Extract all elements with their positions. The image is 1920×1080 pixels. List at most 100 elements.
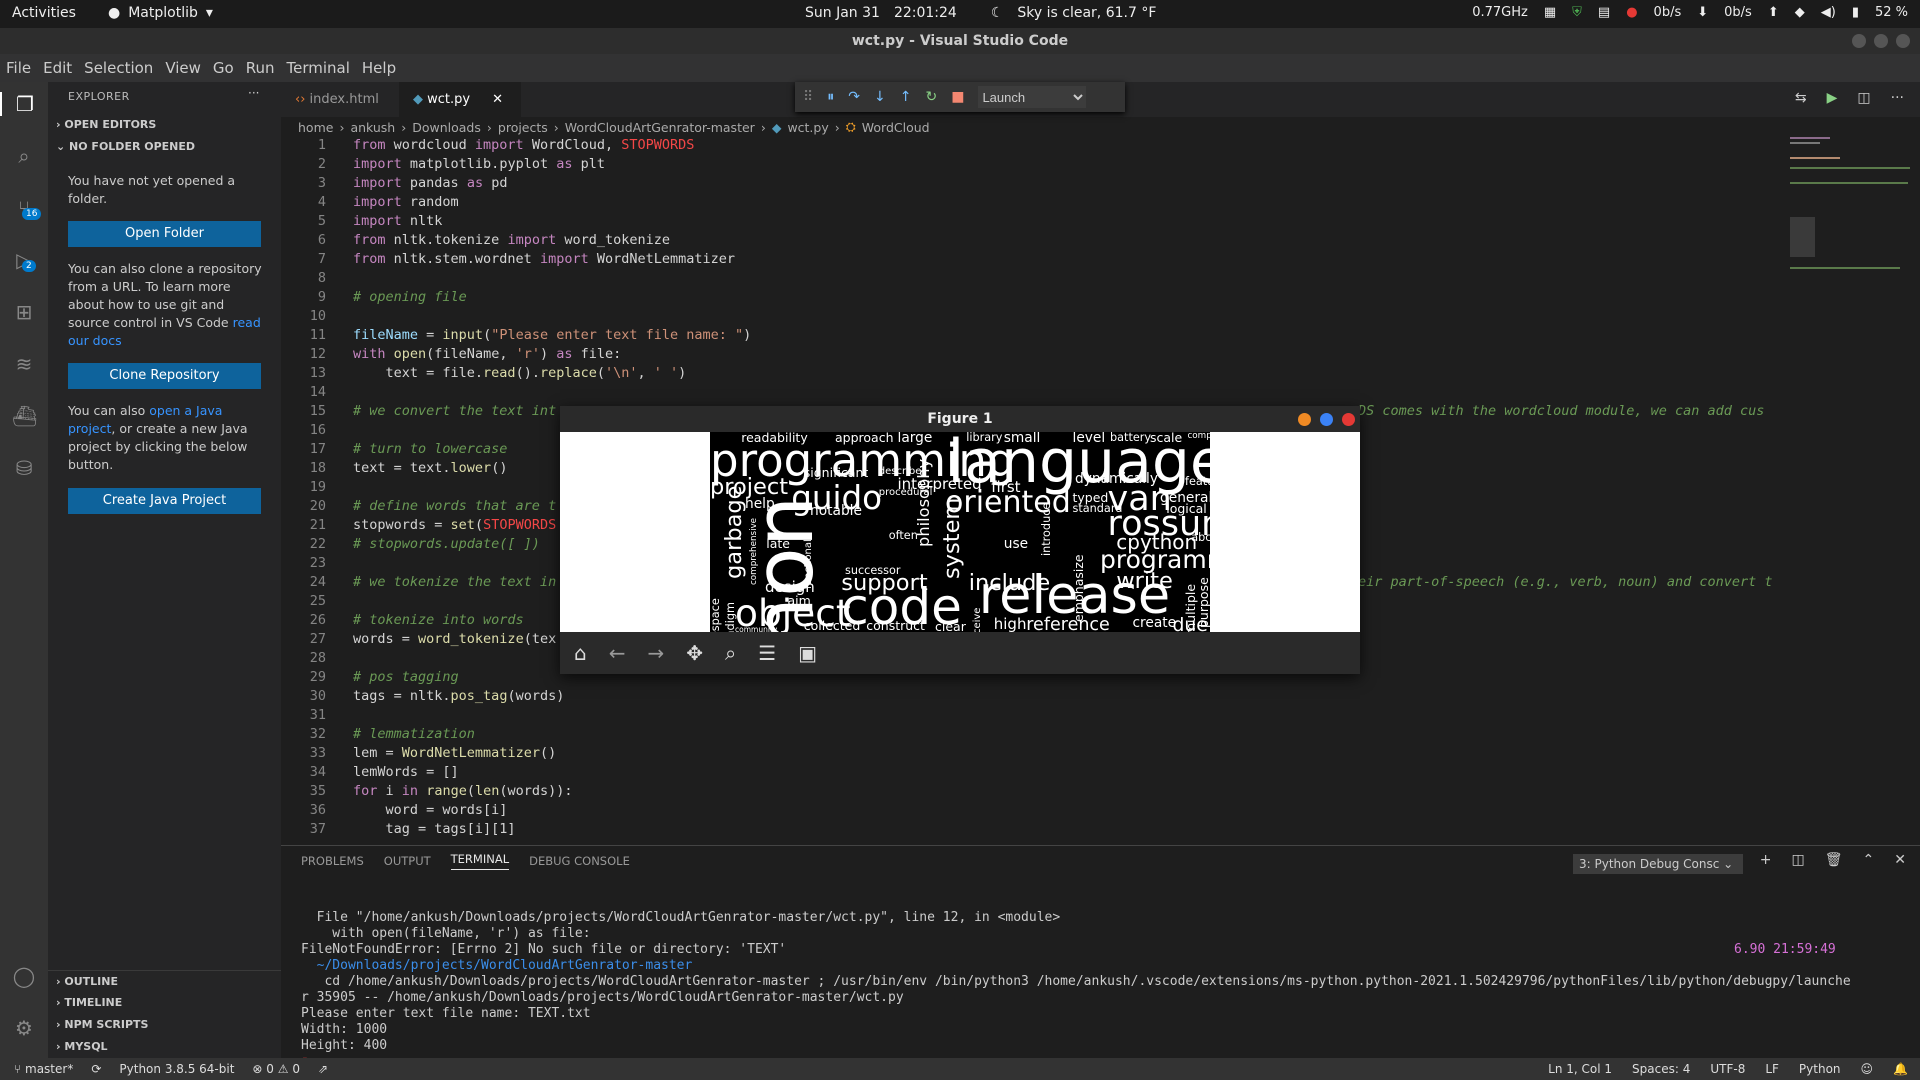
configure-icon[interactable]: ☰ <box>758 641 776 665</box>
pan-icon[interactable]: ✥ <box>686 641 703 665</box>
live-share-icon[interactable]: ⇗ <box>318 1062 328 1076</box>
branch-indicator[interactable]: ⑂ master* <box>14 1062 73 1076</box>
minimize-button[interactable] <box>1852 34 1866 48</box>
app-menu[interactable]: ● Matplotlib ▾ <box>108 5 213 21</box>
menu-edit[interactable]: Edit <box>43 59 72 77</box>
drag-handle-icon[interactable]: ⠿ <box>803 89 813 105</box>
system-tray[interactable]: 0.77GHz ▦ ⛨ ▤ ● 0b/s ⬇ 0b/s ⬆ ◆ ◀) ▮ 52 % <box>1472 5 1908 20</box>
launch-config-select[interactable]: Launch <box>978 86 1087 108</box>
close-button[interactable] <box>1896 34 1910 48</box>
crumb[interactable]: ankush <box>350 120 395 135</box>
run-icon[interactable]: ▶ <box>1827 90 1838 106</box>
crumb[interactable]: wct.py <box>787 120 828 135</box>
forward-icon[interactable]: → <box>647 641 664 665</box>
feedback-icon[interactable]: ☺ <box>1861 1062 1874 1076</box>
terminal-output[interactable]: File "/home/ankush/Downloads/projects/Wo… <box>301 894 1911 1070</box>
maximize-button[interactable] <box>1874 34 1888 48</box>
restart-icon[interactable]: ↻ <box>925 89 937 105</box>
step-over-icon[interactable]: ↷ <box>848 89 860 105</box>
trash-icon[interactable]: 🗑 <box>1825 852 1843 868</box>
mysql-section[interactable]: › MYSQL <box>48 1036 281 1058</box>
tab-index-html[interactable]: ‹› index.html <box>281 82 399 117</box>
moon-icon: ☾ <box>990 5 1004 21</box>
crumb[interactable]: WordCloud <box>862 120 930 135</box>
crumb[interactable]: projects <box>498 120 548 135</box>
problems-indicator[interactable]: ⊗ 0 ⚠ 0 <box>252 1062 300 1076</box>
language-mode[interactable]: Python <box>1799 1062 1841 1076</box>
menu-run[interactable]: Run <box>246 59 275 77</box>
line-number: 27 <box>309 631 326 647</box>
split-terminal-icon[interactable]: ◫ <box>1792 852 1805 868</box>
search-icon[interactable]: ⌕ <box>12 144 36 168</box>
gear-icon[interactable]: ⚙ <box>12 1016 36 1040</box>
layers-icon[interactable]: ≋ <box>12 352 36 376</box>
close-button[interactable] <box>1342 413 1355 426</box>
tab-debug-console[interactable]: DEBUG CONSOLE <box>529 854 630 868</box>
outline-section[interactable]: › OUTLINE <box>48 970 281 992</box>
open-editors-section[interactable]: › OPEN EDITORS <box>48 114 281 136</box>
no-folder-section[interactable]: ⌄ NO FOLDER OPENED <box>48 136 281 158</box>
eol[interactable]: LF <box>1765 1062 1779 1076</box>
more-actions-icon[interactable]: ··· <box>248 86 259 100</box>
create-java-project-button[interactable]: Create Java Project <box>68 488 261 514</box>
indentation[interactable]: Spaces: 4 <box>1632 1062 1690 1076</box>
menu-selection[interactable]: Selection <box>84 59 153 77</box>
compare-icon[interactable]: ⇆ <box>1795 90 1807 106</box>
menu-terminal[interactable]: Terminal <box>287 59 350 77</box>
step-into-icon[interactable]: ↓ <box>874 89 886 105</box>
menu-file[interactable]: File <box>6 59 31 77</box>
database-icon[interactable]: ⛁ <box>12 456 36 480</box>
crumb[interactable]: WordCloudArtGenrator-master <box>565 120 755 135</box>
docker-icon[interactable]: ⛴ <box>12 404 37 428</box>
account-icon[interactable]: ◯ <box>12 964 36 988</box>
activities-button[interactable]: Activities <box>12 5 76 21</box>
menu-help[interactable]: Help <box>362 59 396 77</box>
add-terminal-icon[interactable]: + <box>1760 852 1772 868</box>
python-interpreter[interactable]: Python 3.8.5 64-bit <box>119 1062 234 1076</box>
terminal-select[interactable]: 3: Python Debug Consc ⌄ <box>1573 854 1743 874</box>
more-icon[interactable]: ··· <box>1891 90 1904 106</box>
line-number: 24 <box>309 574 326 590</box>
menu-go[interactable]: Go <box>213 59 234 77</box>
python-icon: ◆ <box>413 92 423 107</box>
back-icon[interactable]: ← <box>609 641 626 665</box>
matplotlib-figure-window[interactable]: Figure 1 pythonprogramminglanguagereleas… <box>560 406 1360 674</box>
maximize-button[interactable] <box>1320 413 1333 426</box>
clone-repository-button[interactable]: Clone Repository <box>68 363 261 389</box>
home-icon[interactable]: ⌂ <box>574 641 587 665</box>
encoding[interactable]: UTF-8 <box>1710 1062 1745 1076</box>
tab-wct-py[interactable]: ◆ wct.py ✕ <box>399 82 521 117</box>
menu-view[interactable]: View <box>165 59 201 77</box>
code-line: words = word_tokenize(tex <box>353 631 557 647</box>
timeline-section[interactable]: › TIMELINE <box>48 992 281 1014</box>
zoom-icon[interactable]: ⌕ <box>725 641 736 665</box>
stop-icon[interactable]: ■ <box>951 89 964 105</box>
terminal-line: cd /home/ankush/Downloads/projects/WordC… <box>301 974 1851 989</box>
crumb[interactable]: Downloads <box>412 120 481 135</box>
npm-scripts-section[interactable]: › NPM SCRIPTS <box>48 1014 281 1036</box>
wordcloud-word: large <box>897 432 933 446</box>
chevron-up-icon[interactable]: ⌃ <box>1863 852 1875 868</box>
close-icon[interactable]: ✕ <box>1894 852 1906 868</box>
minimize-button[interactable] <box>1298 413 1311 426</box>
open-folder-button[interactable]: Open Folder <box>68 221 261 247</box>
tab-problems[interactable]: PROBLEMS <box>301 854 364 868</box>
extensions-icon[interactable]: ⊞ <box>12 300 36 324</box>
split-editor-icon[interactable]: ◫ <box>1857 90 1870 106</box>
clock[interactable]: Sun Jan 31 22:01:24 ☾ Sky is clear, 61.7 °F <box>805 5 1156 21</box>
step-out-icon[interactable]: ↑ <box>900 89 912 105</box>
close-icon[interactable]: ✕ <box>492 92 503 107</box>
tab-terminal[interactable]: TERMINAL <box>450 852 510 870</box>
tab-output[interactable]: OUTPUT <box>384 854 431 868</box>
bell-icon[interactable]: 🔔 <box>1893 1062 1908 1076</box>
wordcloud-word: logical <box>1166 501 1207 517</box>
minimap[interactable] <box>1790 137 1920 437</box>
crumb[interactable]: home <box>298 120 333 135</box>
sync-icon[interactable]: ⟳ <box>91 1062 101 1076</box>
cursor-position[interactable]: Ln 1, Col 1 <box>1548 1062 1612 1076</box>
net-down: 0b/s <box>1653 5 1682 20</box>
explorer-icon[interactable]: ❐ <box>0 92 48 116</box>
code-line: lemWords = [] <box>353 764 459 780</box>
save-icon[interactable]: ▣ <box>798 641 817 665</box>
pause-icon[interactable]: ⏸ <box>827 89 834 105</box>
